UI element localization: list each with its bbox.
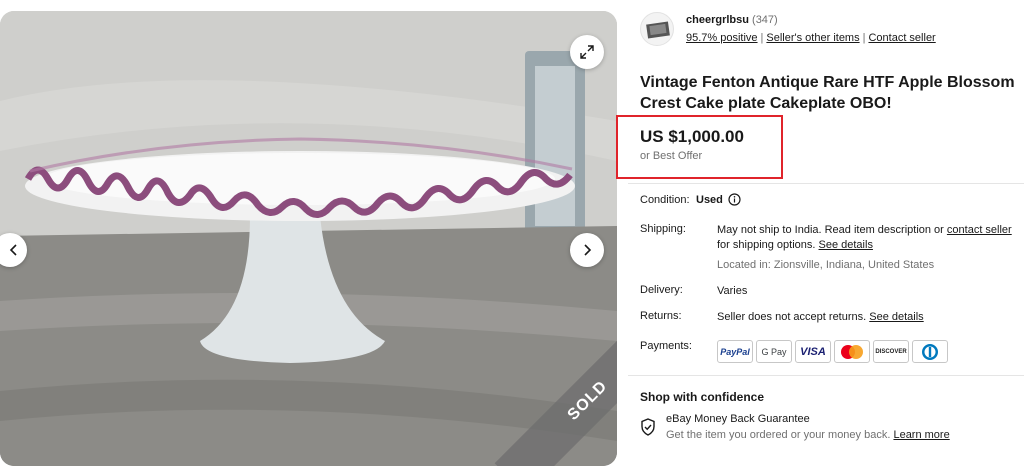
seller-links: 95.7% positive | Seller's other items | Cont… (686, 32, 936, 44)
price-highlight-box (616, 115, 783, 179)
diners-club-logo (912, 340, 948, 363)
expand-image-button[interactable] (570, 35, 604, 69)
visa-logo: VISA (795, 340, 831, 363)
shop-with-confidence-heading: Shop with confidence (640, 390, 765, 404)
condition-label: Condition: (640, 194, 690, 206)
info-icon[interactable] (728, 193, 741, 206)
guarantee-description: Get the item you ordered or your money b… (666, 429, 950, 441)
shipping-see-details-link[interactable]: See details (819, 239, 873, 251)
diners-club-icon (922, 343, 938, 360)
contact-seller-link[interactable]: Contact seller (868, 32, 935, 44)
product-image[interactable] (0, 11, 617, 466)
returns-see-details-link[interactable]: See details (869, 311, 923, 323)
best-offer-label: or Best Offer (640, 150, 703, 162)
seller-feedback-count: (347) (752, 14, 778, 26)
seller-info: cheergrlbsu (347) 95.7% positive | Seller'… (640, 12, 1024, 48)
mastercard-logo (834, 340, 870, 363)
seller-other-items-link[interactable]: Seller's other items (766, 32, 859, 44)
shield-check-icon (641, 418, 655, 436)
separator: | (862, 32, 866, 44)
seller-avatar[interactable] (640, 12, 674, 46)
learn-more-link[interactable]: Learn more (893, 429, 949, 441)
delivery-value: Varies (717, 285, 748, 297)
divider (628, 183, 1024, 184)
seller-feedback-link[interactable]: 95.7% positive (686, 32, 758, 44)
guarantee-text: Get the item you ordered or your money b… (666, 429, 894, 441)
shipping-text-2: for shipping options. (717, 239, 819, 251)
contact-seller-shipping-link[interactable]: contact seller (947, 224, 1012, 236)
listing-title: Vintage Fenton Antique Rare HTF Apple Bl… (640, 74, 1015, 112)
seller-name[interactable]: cheergrlbsu (686, 14, 749, 26)
chevron-left-icon (9, 244, 17, 256)
discover-logo: DISCOVER (873, 340, 909, 363)
returns-label: Returns: (640, 310, 682, 322)
next-image-button[interactable] (570, 233, 604, 267)
condition-value: Used (696, 194, 723, 206)
paypal-logo: PayPal (717, 340, 753, 363)
guarantee-title: eBay Money Back Guarantee (666, 413, 810, 425)
item-location: Located in: Zionsville, Indiana, United … (717, 259, 935, 271)
google-pay-logo: G Pay (756, 340, 792, 363)
chevron-right-icon (584, 244, 592, 256)
expand-icon (580, 45, 594, 59)
image-gallery: SOLD (0, 11, 617, 466)
seller-name-line: cheergrlbsu (347) (686, 14, 778, 26)
seller-logo-icon (646, 21, 670, 39)
shipping-value: May not ship to India. Read item descrip… (717, 223, 1024, 273)
mastercard-icon (841, 344, 863, 359)
price: US $1,000.00 (640, 127, 744, 146)
shipping-text: May not ship to India. Read item descrip… (717, 224, 947, 236)
delivery-label: Delivery: (640, 284, 683, 296)
payment-logos: PayPal G Pay VISA DISCOVER (717, 340, 948, 363)
payments-label: Payments: (640, 340, 692, 352)
item-details-panel: cheergrlbsu (347) 95.7% positive | Seller'… (616, 0, 1024, 475)
shipping-label: Shipping: (640, 223, 686, 235)
returns-value: Seller does not accept returns. See deta… (717, 310, 1024, 325)
separator: | (760, 32, 764, 44)
divider (628, 375, 1024, 376)
returns-text: Seller does not accept returns. (717, 311, 870, 323)
